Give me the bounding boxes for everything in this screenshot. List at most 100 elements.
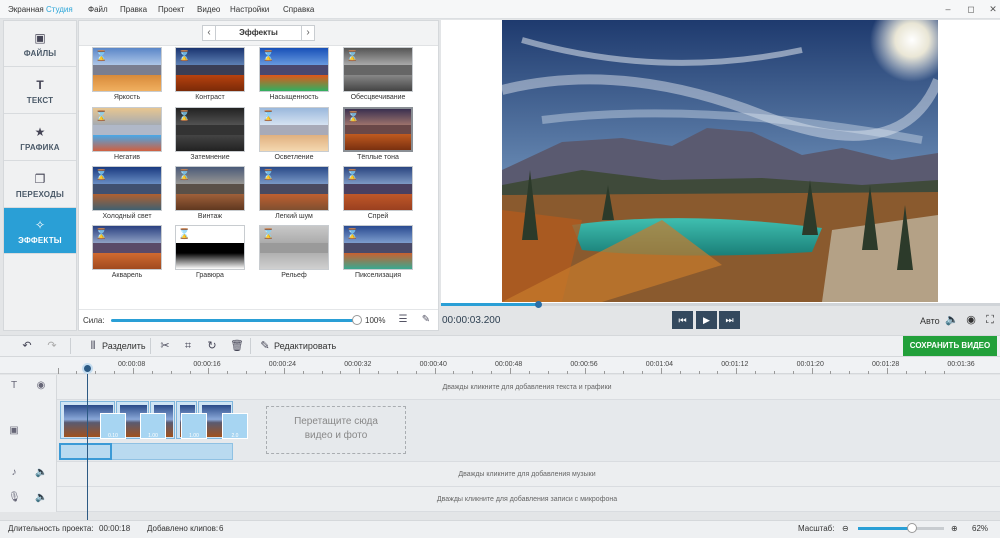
- zoom-slider-handle[interactable]: [907, 523, 917, 533]
- ruler-tick: [547, 371, 549, 374]
- effects-title: Эффекты: [216, 25, 301, 41]
- hourglass-icon: ⌛: [95, 170, 108, 181]
- chevron-left-icon[interactable]: ‹: [202, 25, 216, 41]
- crop-icon[interactable]: ⌗: [181, 340, 195, 352]
- volume-icon[interactable]: 🔈: [35, 467, 47, 478]
- ruler-tick: [434, 368, 436, 374]
- effect-tile-engrave[interactable]: ⌛ Гравюра: [168, 225, 252, 283]
- redo-icon[interactable]: ↷: [45, 340, 59, 352]
- effect-thumbnail: ⌛: [175, 166, 245, 211]
- playhead-line[interactable]: [87, 364, 88, 520]
- effect-label: Тёплые тона: [357, 154, 399, 161]
- menu-file[interactable]: Файл: [88, 5, 108, 14]
- sidebar: ▣ ФАЙЛЫ T ТЕКСТ ★ ГРАФИКА ❐ ПЕРЕХОДЫ ✧ Э…: [3, 20, 77, 331]
- rotate-icon[interactable]: ↻: [205, 340, 219, 352]
- effect-tile-light[interactable]: ⌛ Осветление: [252, 107, 336, 165]
- hourglass-icon: ⌛: [262, 229, 275, 240]
- effect-tile-saturate[interactable]: ⌛ Насыщенность: [252, 47, 336, 105]
- restore-button[interactable]: ◻: [964, 2, 978, 16]
- menu-settings[interactable]: Настройки: [230, 5, 269, 14]
- camera-icon[interactable]: ◉: [964, 313, 978, 327]
- minimize-button[interactable]: –: [941, 2, 955, 16]
- effect-tile-contrast[interactable]: ⌛ Контраст: [168, 47, 252, 105]
- ruler-tick: [472, 371, 474, 374]
- ruler-tick: [95, 371, 97, 374]
- strength-slider[interactable]: [111, 319, 357, 322]
- selected-clip-strip[interactable]: [59, 443, 112, 460]
- sidebar-item-effects[interactable]: ✧ ЭФФЕКТЫ: [4, 208, 76, 254]
- effect-tile-relief[interactable]: ⌛ Рельеф: [252, 225, 336, 283]
- volume-icon[interactable]: 🔈: [945, 313, 959, 327]
- sidebar-item-transitions[interactable]: ❐ ПЕРЕХОДЫ: [4, 162, 76, 208]
- undo-icon[interactable]: ↶: [20, 340, 34, 352]
- next-frame-button[interactable]: ⏭: [719, 311, 740, 329]
- ruler-tick: [736, 368, 738, 374]
- transition-marker[interactable]: 0.10: [100, 413, 126, 439]
- split-icon[interactable]: ⫴: [86, 340, 100, 352]
- effect-tile-negative[interactable]: ⌛ Негатив: [85, 107, 169, 165]
- effect-tile-spray[interactable]: ⌛ Спрей: [336, 166, 420, 224]
- menu-video[interactable]: Видео: [197, 5, 220, 14]
- effect-label: Легкий шум: [275, 213, 313, 220]
- effect-tile-watercolor[interactable]: ⌛ Акварель: [85, 225, 169, 283]
- effect-tile-noise[interactable]: ⌛ Легкий шум: [252, 166, 336, 224]
- transition-marker[interactable]: 1.00: [140, 413, 166, 439]
- ruler-tick-label: 00:00:56: [570, 361, 598, 368]
- strength-slider-handle[interactable]: [352, 315, 362, 325]
- hourglass-icon: ⌛: [95, 111, 108, 122]
- effect-tile-dark[interactable]: ⌛ Затемнение: [168, 107, 252, 165]
- ruler-tick: [208, 368, 210, 374]
- effect-label: Негатив: [114, 154, 140, 161]
- brush-icon[interactable]: ✎: [420, 314, 432, 326]
- ruler-tick: [264, 371, 266, 374]
- ruler-tick: [415, 371, 417, 374]
- play-button[interactable]: ▶: [696, 311, 717, 329]
- transition-marker[interactable]: 2.0: [222, 413, 248, 439]
- music-track-hint: Дважды кликните для добавления музыки: [458, 471, 596, 478]
- edit-button[interactable]: Редактировать: [274, 341, 336, 351]
- effect-tile-pixel[interactable]: ⌛ Пикселизация: [336, 225, 420, 283]
- music-note-icon: ♪: [11, 467, 17, 478]
- effect-tile-vintage[interactable]: ⌛ Винтаж: [168, 166, 252, 224]
- scissors-icon[interactable]: ✂: [158, 340, 172, 352]
- sidebar-item-text[interactable]: T ТЕКСТ: [4, 68, 76, 114]
- ruler-tick-label: 00:00:48: [495, 361, 523, 368]
- zoom-out-icon[interactable]: ⊖: [842, 524, 849, 533]
- sidebar-item-files[interactable]: ▣ ФАЙЛЫ: [4, 21, 76, 67]
- ruler-tick-label: 00:01:36: [947, 361, 975, 368]
- effect-thumbnail: ⌛: [259, 225, 329, 270]
- effect-tile-cold[interactable]: ⌛ Холодный свет: [85, 166, 169, 224]
- ruler-tick-label: 00:01:28: [872, 361, 900, 368]
- save-video-button[interactable]: СОХРАНИТЬ ВИДЕО: [903, 336, 997, 356]
- playhead-handle[interactable]: [82, 363, 93, 374]
- sidebar-item-label: ПЕРЕХОДЫ: [15, 190, 65, 199]
- menu-project[interactable]: Проект: [158, 5, 184, 14]
- effect-tile-bright[interactable]: ⌛ Яркость: [85, 47, 169, 105]
- playback-handle[interactable]: [535, 301, 542, 308]
- effect-label: Пикселизация: [354, 272, 402, 279]
- video-preview[interactable]: [502, 20, 938, 302]
- adjust-icon[interactable]: ☰: [397, 314, 409, 326]
- fullscreen-icon[interactable]: ⛶: [983, 313, 997, 327]
- zoom-in-icon[interactable]: ⊕: [951, 524, 958, 533]
- prev-frame-button[interactable]: ⏮: [672, 311, 693, 329]
- trash-icon[interactable]: 🗑: [230, 340, 244, 352]
- edit-icon[interactable]: ✎: [258, 340, 272, 352]
- chevron-right-icon[interactable]: ›: [301, 25, 315, 41]
- hourglass-icon: ⌛: [178, 51, 191, 62]
- eye-icon[interactable]: ◉: [35, 380, 47, 391]
- timeline-ruler[interactable]: 00:00:08 00:00:16 00:00:24 00:00:32 00:00:40…: [0, 357, 1000, 374]
- split-button[interactable]: Разделить: [102, 341, 146, 351]
- effect-tile-gray[interactable]: ⌛ Обесцвечивание: [336, 47, 420, 105]
- volume-icon[interactable]: 🔈: [35, 492, 47, 503]
- menu-help[interactable]: Справка: [283, 5, 314, 14]
- effect-tile-warm[interactable]: ⌛ Тёплые тона: [336, 107, 420, 165]
- sidebar-item-graphics[interactable]: ★ ГРАФИКА: [4, 115, 76, 161]
- menu-edit[interactable]: Правка: [120, 5, 147, 14]
- auto-quality-label[interactable]: Авто: [920, 316, 940, 326]
- clips-count-value: 6: [219, 524, 224, 533]
- transition-marker[interactable]: 1.00: [181, 413, 207, 439]
- close-button[interactable]: ✕: [986, 2, 1000, 16]
- media-drop-zone[interactable]: Перетащите сюда видео и фото: [266, 406, 406, 454]
- effect-thumbnail: ⌛: [343, 225, 413, 270]
